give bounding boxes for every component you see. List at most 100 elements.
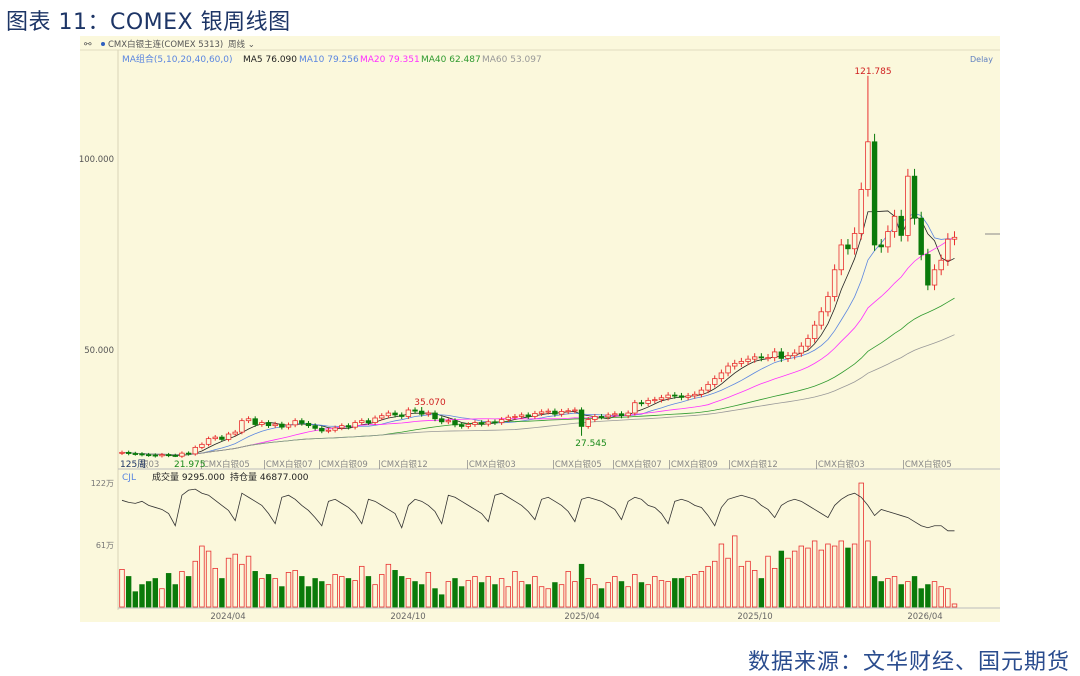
volume-bar [805,547,811,608]
volume-bar [319,581,325,608]
volume-bar [558,584,565,608]
volume-bar [219,578,225,608]
candle-body [565,410,571,413]
candle-body [165,454,172,457]
instrument-name[interactable]: CMX白银主连(COMEX 5313) [108,39,223,50]
candle-body [372,417,378,423]
candle-body [159,454,165,457]
candle-body [618,413,625,417]
ma-group-selector[interactable]: MA组合(5,10,20,40,60,0) [122,53,233,65]
candle-body [359,420,365,423]
candle-body [712,378,718,385]
candle-body [505,416,511,420]
candle-body [139,453,145,456]
volume-bar [438,594,445,608]
candle-body [732,362,738,367]
volume-bar [925,584,931,608]
volume-bar [345,578,352,608]
contract-label: |CMX白银07 [263,459,313,470]
contract-label: |CMX白银05 [902,459,952,470]
candle-body [898,215,904,236]
volume-bar [885,578,891,608]
volume-bar [745,560,751,608]
candle-body [905,175,911,236]
volume-bar [359,565,365,608]
candle-body [279,423,285,428]
candle-body [558,411,565,415]
volume-bar [845,547,851,608]
candle-body [765,357,771,360]
contract-label: |CMX白银09 [318,459,368,470]
volume-bar [918,588,924,608]
candle-body [532,413,538,417]
volume-bar [512,571,518,608]
candle-body [179,452,185,457]
volume-bar [585,578,591,608]
volume-bar [225,557,232,608]
candle-body [658,397,665,401]
volume-bar [931,581,938,608]
volume-bar [299,576,305,608]
candle-body [545,410,551,413]
volume-bar [272,578,278,608]
candle-body [585,419,591,427]
volume-bar [811,540,818,608]
volume-bar [458,586,465,608]
candle-body [518,414,525,417]
candle-body [472,422,478,425]
date-tick: 2025/04 [564,612,599,622]
volume-bar [365,576,372,608]
volume-bar [865,540,871,608]
ma20-legend: MA20 79.351 [360,55,420,65]
volume-bar [758,578,765,608]
period-selector[interactable]: 周线 ⌄ [228,39,255,50]
candle-body [392,412,398,416]
candle-body [219,436,225,440]
volume-legend: 成交量 9295.000 [152,471,225,483]
volume-bar [798,545,805,608]
candle-body [798,345,805,354]
candle-body [252,418,258,425]
date-tick: 2025/10 [737,612,772,622]
date-tick: 2026/04 [907,612,942,622]
candle-body [871,141,878,246]
date-tick: 2024/10 [390,612,425,622]
ma5-legend: MA5 76.090 [243,55,297,65]
candle-body [205,438,212,445]
candle-body [152,454,158,457]
candle-body [638,402,645,405]
period-count: 125周 [120,459,146,470]
volume-bar [891,576,898,608]
candle-body [785,355,791,359]
oi-legend: 持仓量 46877.000 [230,471,309,483]
candle-body [831,269,838,297]
candle-body [292,420,298,426]
candle-body [878,244,884,248]
link-icon[interactable]: ⚯ [84,40,92,50]
volume-bar [159,588,165,608]
candle-body [525,414,531,417]
candle-body [672,394,678,397]
candle-body [951,236,958,240]
volume-bar [352,580,358,608]
volume-bar [538,586,545,608]
candle-body [432,412,438,420]
candle-body [925,254,931,286]
volume-bar [612,576,618,608]
candle-body [818,311,824,326]
volume-bar [638,582,645,608]
volume-bar [871,576,878,608]
annotation-peak-2024: 35.070 [414,398,446,408]
price-tick: 100.000 [79,155,114,165]
volume-bar [572,581,578,608]
volume-bar [825,543,831,608]
cjl-selector[interactable]: CJL [122,473,136,483]
candle-body [485,421,491,425]
candle-body [498,419,505,423]
candle-body [119,451,125,454]
volume-bar [672,578,678,608]
volume-bar [725,557,731,608]
candle-body [458,424,465,427]
volume-bar [858,482,864,608]
volume-bar [665,581,671,608]
